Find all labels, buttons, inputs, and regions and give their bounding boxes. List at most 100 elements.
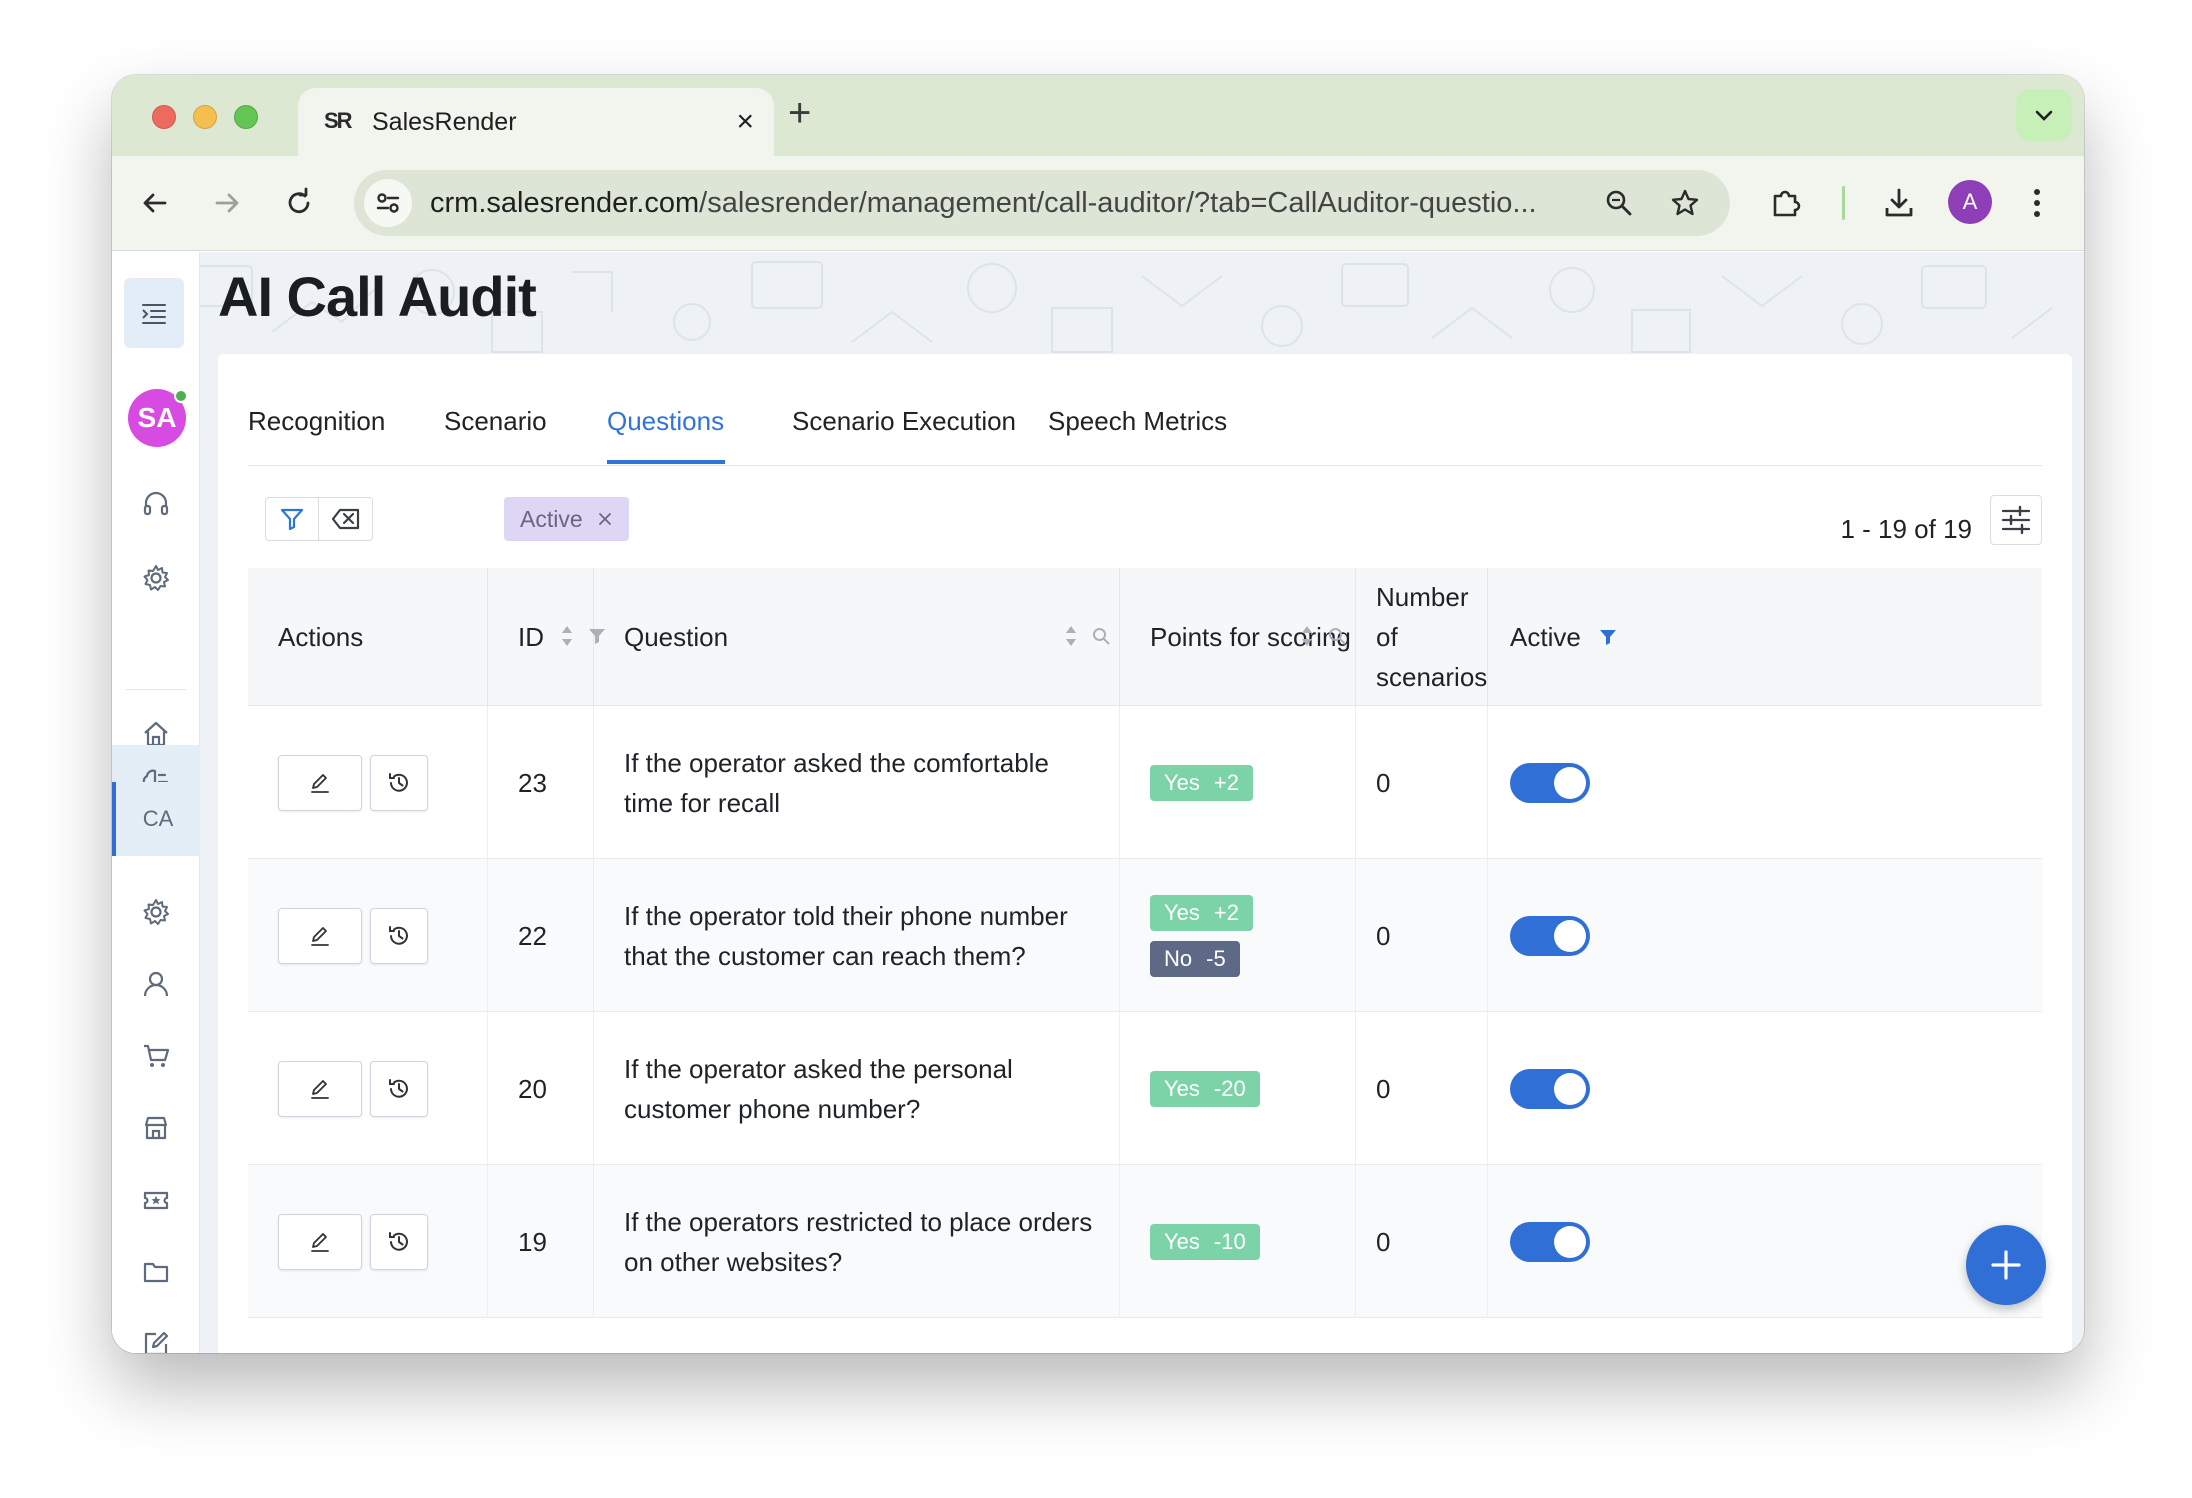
clear-filters-button[interactable] — [319, 497, 373, 541]
edit-button[interactable] — [278, 907, 362, 964]
tab-scenario[interactable]: Scenario — [444, 406, 547, 437]
sidebar: SA CA — [112, 252, 200, 1353]
arrow-right-icon — [215, 193, 239, 213]
sidebar-item-call-audit[interactable]: CA — [112, 782, 200, 856]
zoom-button[interactable] — [1596, 180, 1642, 226]
sidebar-item-store[interactable] — [126, 1098, 186, 1158]
back-button[interactable] — [132, 180, 178, 226]
sort-icon[interactable] — [560, 624, 574, 648]
history-button[interactable] — [370, 1213, 428, 1270]
header-scenarios-line1: Number of — [1376, 582, 1469, 652]
tab-questions[interactable]: Questions — [607, 406, 724, 437]
pencil-icon — [311, 1079, 329, 1099]
browser-tab[interactable]: SR SalesRender × — [298, 88, 774, 156]
extensions-button[interactable] — [1763, 180, 1809, 226]
filter-button[interactable] — [265, 497, 319, 541]
profile-avatar[interactable]: A — [1948, 180, 1992, 224]
row-points: Yes -10 — [1120, 1165, 1356, 1318]
header-active[interactable]: Active — [1488, 568, 2042, 706]
maximize-window-button[interactable] — [234, 105, 258, 129]
ticket-icon — [143, 1191, 169, 1210]
sidebar-toggle-button[interactable] — [124, 278, 184, 348]
header-question-label: Question — [624, 621, 729, 652]
filter-toolbar — [265, 497, 373, 541]
forward-button[interactable] — [204, 180, 250, 226]
sidebar-divider — [126, 689, 186, 690]
minimize-window-button[interactable] — [193, 105, 217, 129]
row-active — [1488, 1165, 2042, 1318]
header-id-label: ID — [518, 621, 544, 652]
row-points: Yes +2 No -5 — [1120, 859, 1356, 1012]
sort-icon[interactable] — [1064, 624, 1078, 648]
browser-menu-button[interactable] — [2014, 180, 2060, 226]
filter-active-icon[interactable] — [1599, 628, 1617, 646]
reload-button[interactable] — [276, 180, 322, 226]
active-toggle[interactable] — [1510, 1221, 1590, 1262]
sidebar-item-calls[interactable] — [126, 474, 186, 534]
search-icon[interactable] — [1328, 627, 1346, 645]
close-tab-icon[interactable]: × — [736, 102, 754, 142]
add-question-button[interactable] — [1966, 1225, 2046, 1305]
column-settings-button[interactable] — [1990, 495, 2042, 545]
points-badges: Yes -10 — [1150, 1223, 1260, 1260]
tab-recognition[interactable]: Recognition — [248, 406, 385, 437]
close-window-button[interactable] — [152, 105, 176, 129]
tab-speech-metrics[interactable]: Speech Metrics — [1048, 406, 1227, 437]
table-row: 22 If the operator told their phone numb… — [248, 859, 2042, 1012]
header-points[interactable]: Points for scoring — [1120, 568, 1356, 706]
badge-value: -20 — [1213, 1075, 1246, 1101]
arrow-left-icon — [143, 193, 167, 213]
header-question[interactable]: Question — [594, 568, 1120, 706]
edit-button[interactable] — [278, 754, 362, 811]
address-bar[interactable]: crm.salesrender.com/salesrender/manageme… — [354, 170, 1730, 236]
url-host: crm.salesrender.com — [430, 187, 700, 219]
pencil-icon — [311, 1232, 329, 1252]
tab-search-button[interactable] — [2016, 89, 2072, 141]
active-toggle[interactable] — [1510, 915, 1590, 956]
header-actions: Actions — [248, 568, 488, 706]
sidebar-item-settings-top[interactable] — [126, 548, 186, 608]
edit-button[interactable] — [278, 1060, 362, 1117]
active-toggle[interactable] — [1510, 762, 1590, 803]
more-vert-icon — [2034, 189, 2040, 217]
gear-icon — [143, 565, 169, 591]
row-id: 19 — [488, 1165, 594, 1318]
row-id: 20 — [488, 1012, 594, 1165]
badge-value: -10 — [1213, 1228, 1246, 1254]
row-id: 22 — [488, 859, 594, 1012]
table-row: 23 If the operator asked the comfortable… — [248, 706, 2042, 859]
edit-button[interactable] — [278, 1213, 362, 1270]
questions-table: Actions ID Question Points for scoring N… — [248, 568, 2042, 1318]
sidebar-item-settings[interactable] — [126, 882, 186, 942]
history-button[interactable] — [370, 907, 428, 964]
history-button[interactable] — [370, 754, 428, 811]
active-toggle[interactable] — [1510, 1068, 1590, 1109]
sidebar-item-orders[interactable] — [126, 1026, 186, 1086]
close-icon[interactable] — [597, 511, 613, 527]
bookmark-button[interactable] — [1662, 180, 1708, 226]
headset-icon — [143, 491, 169, 516]
sidebar-item-files[interactable] — [126, 1242, 186, 1302]
sort-icon[interactable] — [1300, 624, 1314, 648]
points-badge-yes: Yes +2 — [1150, 894, 1253, 931]
badge-label: Yes — [1164, 769, 1200, 795]
search-icon[interactable] — [1092, 627, 1110, 645]
new-tab-button[interactable]: + — [788, 93, 811, 133]
puzzle-icon — [1773, 190, 1801, 217]
site-info-button[interactable] — [364, 179, 412, 227]
sidebar-item-tickets[interactable] — [126, 1170, 186, 1230]
sidebar-item-notes[interactable] — [126, 1314, 186, 1353]
tab-scenario-execution[interactable]: Scenario Execution — [792, 406, 1016, 437]
header-points-controls — [1300, 624, 1346, 648]
downloads-button[interactable] — [1876, 180, 1922, 226]
user-icon — [143, 971, 169, 997]
row-active — [1488, 706, 2042, 859]
header-id[interactable]: ID — [488, 568, 605, 706]
url-text: crm.salesrender.com/salesrender/manageme… — [430, 187, 1610, 220]
history-button[interactable] — [370, 1060, 428, 1117]
active-filter-chip[interactable]: Active — [504, 497, 629, 541]
pagination-info: 1 - 19 of 19 — [1840, 514, 1972, 544]
header-active-label: Active — [1510, 621, 1581, 652]
sidebar-item-users[interactable] — [126, 954, 186, 1014]
tune-icon — [376, 193, 400, 213]
